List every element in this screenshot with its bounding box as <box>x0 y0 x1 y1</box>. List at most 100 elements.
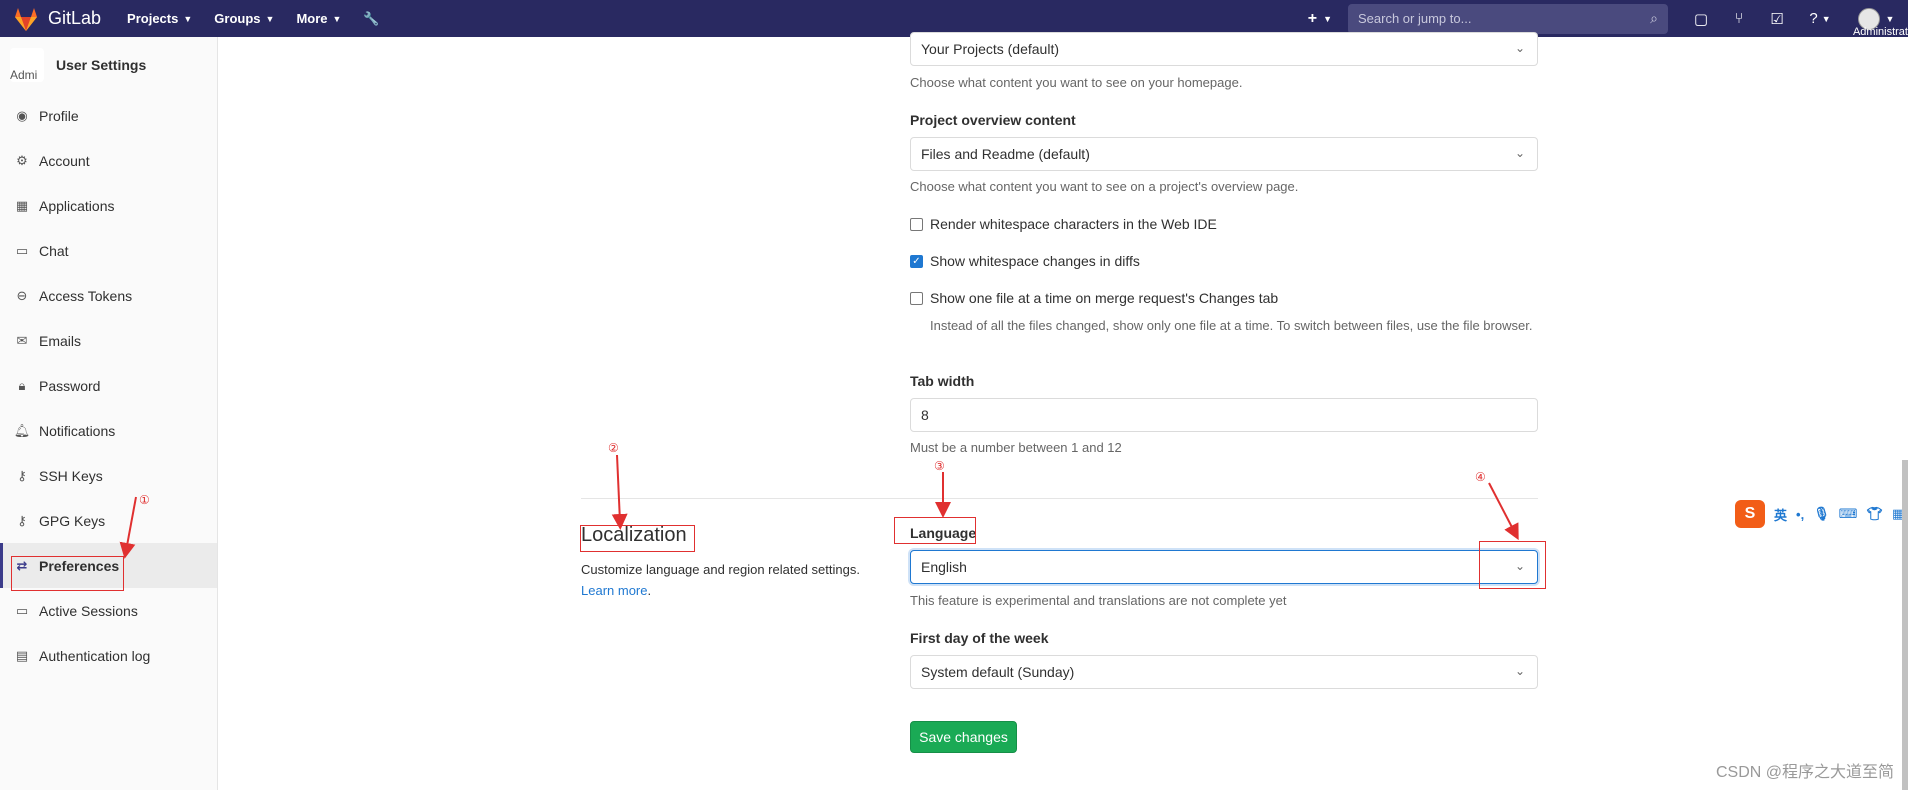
sidebar-item-applications[interactable]: ▦ Applications <box>0 183 217 228</box>
ime-logo: S <box>1735 500 1765 528</box>
language-label: Language <box>910 525 977 541</box>
sidebar-header[interactable]: Admi User Settings <box>0 37 217 93</box>
learn-more-link[interactable]: Learn more <box>581 583 647 598</box>
sidebar-item-access-tokens[interactable]: ⊖ Access Tokens <box>0 273 217 318</box>
annotation-number-4: ④ <box>1475 470 1486 484</box>
sidebar-item-ssh-keys[interactable]: ⚷ SSH Keys <box>0 453 217 498</box>
sidebar-item-gpg-keys[interactable]: ⚷ GPG Keys <box>0 498 217 543</box>
overview-select-wrap: Files and Readme (default) ⌄ <box>910 137 1538 171</box>
key-icon: ⚷ <box>17 512 27 528</box>
chevron-down-icon: ▼ <box>1323 13 1332 24</box>
sidebar-item-authentication-log[interactable]: ▤ Authentication log <box>0 633 217 678</box>
token-icon: ⊖ <box>16 287 28 303</box>
mail-icon: ✉ <box>16 332 28 348</box>
main-content: Your Projects (default) ⌄ Choose what con… <box>219 32 1908 790</box>
issues-icon[interactable]: ▢ <box>1682 10 1720 28</box>
monitor-icon: ▭ <box>15 602 29 618</box>
ime-lang[interactable]: 英 <box>1774 505 1787 524</box>
new-dropdown-button[interactable]: + ▼ <box>1308 10 1332 28</box>
applications-icon: ▦ <box>15 197 29 213</box>
chevron-down-icon: ⌄ <box>1514 146 1525 160</box>
annotation-box-localization <box>580 525 695 552</box>
overview-select[interactable]: Files and Readme (default) ⌄ <box>910 137 1538 171</box>
account-icon: ⚙ <box>16 152 28 168</box>
gitlab-logo-icon <box>15 7 37 31</box>
save-button[interactable]: Save changes <box>910 721 1017 753</box>
sidebar-item-chat[interactable]: ▭ Chat <box>0 228 217 273</box>
first-day-select-wrap: System default (Sunday) ⌄ <box>910 655 1538 689</box>
sidebar-item-profile[interactable]: ◉ Profile <box>0 93 217 138</box>
nav-groups[interactable]: Groups ▼ <box>214 11 274 26</box>
keyboard-icon[interactable]: ⌨ <box>1839 506 1858 522</box>
log-icon: ▤ <box>15 647 29 663</box>
ime-punct-icon[interactable]: •, <box>1796 507 1804 522</box>
homepage-select-wrap: Your Projects (default) ⌄ <box>910 32 1538 66</box>
chevron-down-icon: ⌄ <box>1514 41 1525 55</box>
chevron-down-icon: ▼ <box>1885 13 1895 24</box>
sidebar-item-active-sessions[interactable]: ▭ Active Sessions <box>0 588 217 633</box>
scrollbar[interactable] <box>1902 460 1908 790</box>
render-whitespace-row[interactable]: Render whitespace characters in the Web … <box>910 216 1538 232</box>
sidebar-item-account[interactable]: ⚙ Account <box>0 138 217 183</box>
first-day-label: First day of the week <box>910 630 1049 646</box>
lock-icon: 🔒︎ <box>18 377 26 393</box>
annotation-number-3: ③ <box>934 459 945 473</box>
overview-label: Project overview content <box>910 112 1076 128</box>
tab-width-input[interactable]: 8 <box>910 398 1538 432</box>
key-icon: ⚷ <box>17 467 27 483</box>
search-input[interactable] <box>1358 11 1651 26</box>
search-box: ⌕ <box>1348 3 1668 34</box>
merge-requests-icon[interactable]: ⑂ <box>1720 10 1758 27</box>
tab-width-help: Must be a number between 1 and 12 <box>910 440 1122 455</box>
show-whitespace-row[interactable]: ✓ Show whitespace changes in diffs <box>910 253 1538 269</box>
nav-more[interactable]: More ▼ <box>296 11 341 26</box>
tab-width-wrap: 8 <box>910 398 1538 432</box>
chevron-down-icon: ▼ <box>332 13 342 24</box>
watermark: CSDN @程序之大道至简 <box>1715 764 1894 781</box>
nav-menu: Projects ▼ Groups ▼ More ▼ 🔧 <box>127 11 402 27</box>
annotation-box-language <box>894 517 976 544</box>
annotation-box-dropdown <box>1479 541 1546 589</box>
language-help: This feature is experimental and transla… <box>910 593 1287 608</box>
section-divider <box>581 498 1538 499</box>
render-whitespace-checkbox[interactable] <box>910 217 923 231</box>
sidebar-item-password[interactable]: 🔒︎ Password <box>0 363 217 408</box>
one-file-checkbox[interactable] <box>910 291 923 305</box>
one-file-row[interactable]: Show one file at a time on merge request… <box>910 290 1538 306</box>
bell-icon: 🔔︎ <box>13 422 31 438</box>
sidebar-title: User Settings <box>56 57 147 73</box>
sidebar-item-notifications[interactable]: 🔔︎ Notifications <box>0 408 217 453</box>
first-day-select[interactable]: System default (Sunday) ⌄ <box>910 655 1538 689</box>
sidebar-item-emails[interactable]: ✉ Emails <box>0 318 217 363</box>
app-name: GitLab <box>48 8 102 28</box>
plus-icon: + <box>1307 9 1318 27</box>
localization-desc: Customize language and region related se… <box>581 562 860 598</box>
tab-width-label: Tab width <box>910 373 975 389</box>
show-whitespace-checkbox[interactable]: ✓ <box>910 254 923 268</box>
search-icon: ⌕ <box>1650 10 1658 26</box>
chat-icon: ▭ <box>15 242 29 258</box>
avatar: Admi <box>10 48 44 82</box>
help-icon[interactable]: ? ▼ <box>1796 10 1844 27</box>
microphone-icon[interactable]: 🎙︎ <box>1813 506 1830 522</box>
annotation-number-1: ① <box>139 493 150 507</box>
chevron-down-icon: ▼ <box>265 13 275 24</box>
annotation-box-preferences <box>11 556 124 591</box>
homepage-select[interactable]: Your Projects (default) ⌄ <box>910 32 1538 66</box>
nav-projects[interactable]: Projects ▼ <box>127 11 192 26</box>
language-select-wrap: English ⌄ <box>910 550 1538 584</box>
chevron-down-icon: ⌄ <box>1514 664 1525 678</box>
admin-wrench-icon[interactable]: 🔧 <box>363 11 379 27</box>
homepage-help: Choose what content you want to see on y… <box>910 75 1243 90</box>
language-select[interactable]: English ⌄ <box>910 550 1538 584</box>
chevron-down-icon: ▼ <box>183 13 193 24</box>
profile-icon: ◉ <box>16 107 28 123</box>
sidebar: Admi User Settings ◉ Profile ⚙ Account ▦ Ap… <box>0 37 218 790</box>
todos-icon[interactable]: ☑ <box>1758 10 1796 28</box>
skin-icon[interactable]: 👕︎ <box>1866 506 1883 522</box>
one-file-help: Instead of all the files changed, show o… <box>930 318 1533 333</box>
gitlab-logo[interactable]: GitLab <box>12 6 101 32</box>
annotation-number-2: ② <box>608 441 619 455</box>
ime-toolbar[interactable]: S 英 •, 🎙︎ ⌨ 👕︎ ▦ <box>1735 499 1908 529</box>
overview-help: Choose what content you want to see on a… <box>910 179 1299 194</box>
